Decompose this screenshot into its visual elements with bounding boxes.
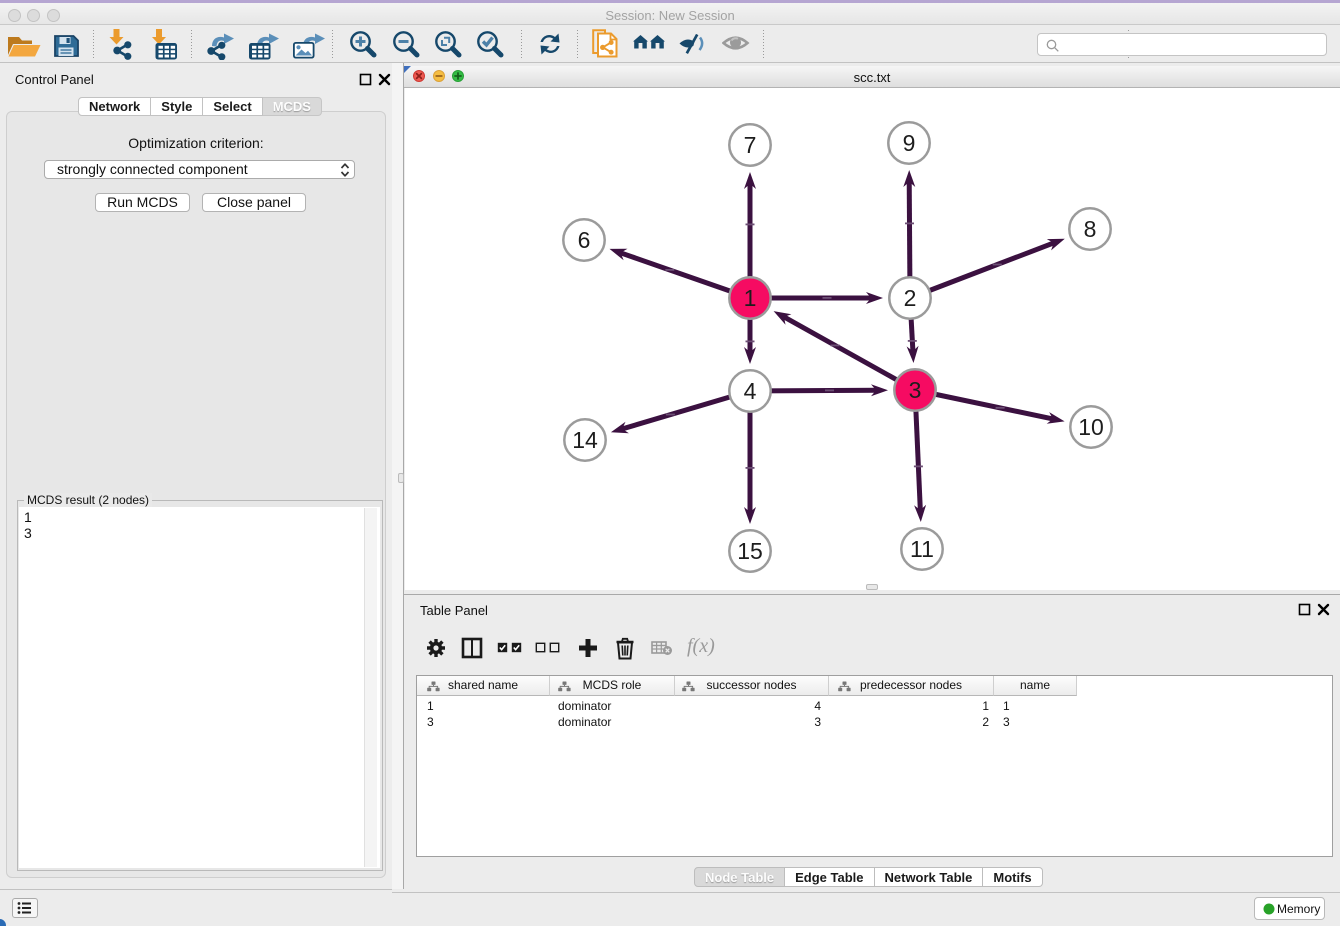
svg-text:11: 11 xyxy=(910,536,934,562)
svg-text:8: 8 xyxy=(1084,216,1097,242)
svg-text:14: 14 xyxy=(572,427,598,453)
svg-text:3: 3 xyxy=(909,377,922,403)
svg-text:6: 6 xyxy=(578,227,591,253)
svg-text:9: 9 xyxy=(903,130,916,156)
svg-text:15: 15 xyxy=(737,538,763,564)
svg-text:1: 1 xyxy=(744,285,757,311)
svg-text:10: 10 xyxy=(1078,414,1104,440)
svg-text:4: 4 xyxy=(744,378,757,404)
svg-text:7: 7 xyxy=(744,132,757,158)
svg-text:2: 2 xyxy=(904,285,917,311)
